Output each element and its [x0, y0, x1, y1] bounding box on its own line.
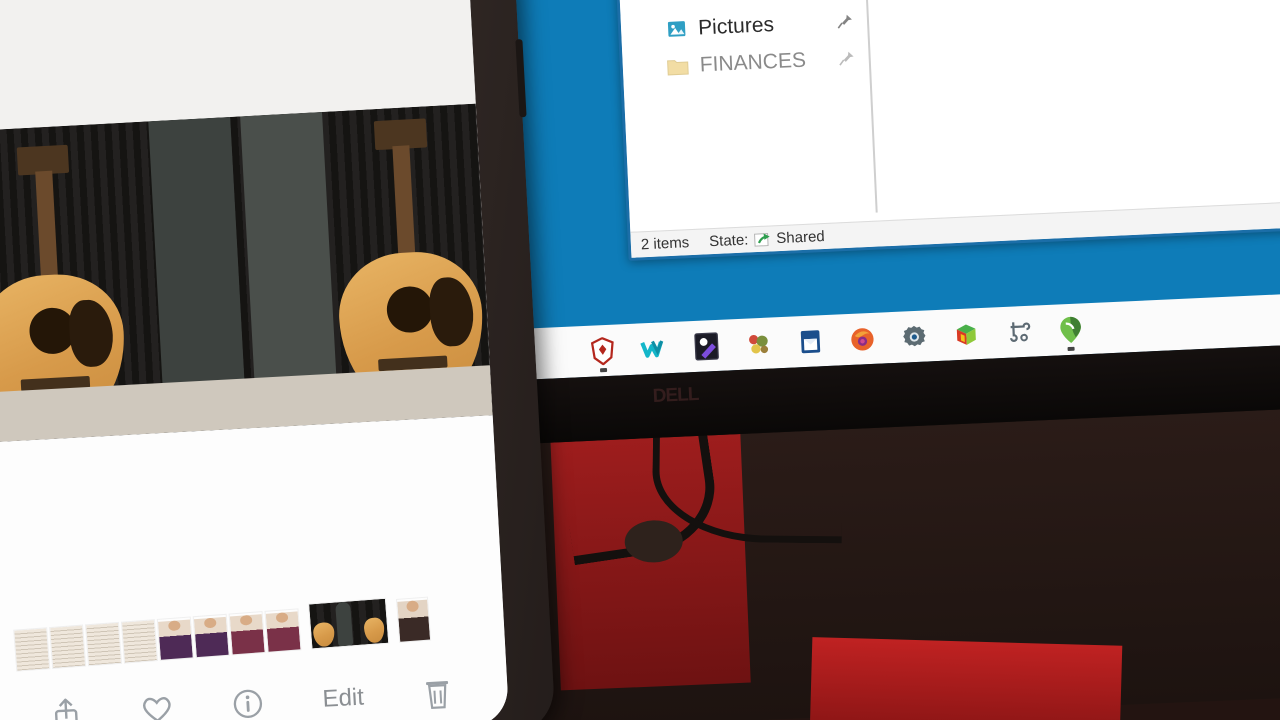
red-object-front: [809, 637, 1123, 720]
running-indicator: [1067, 346, 1075, 352]
phone-screen[interactable]: Edit: [0, 0, 510, 720]
shared-icon: [753, 231, 772, 248]
info-icon[interactable]: [231, 687, 265, 720]
filmstrip-thumb[interactable]: [192, 613, 230, 659]
smartphone: Edit: [0, 0, 556, 720]
screenshot-scene: ▾ Quick access: [0, 0, 1280, 720]
filmstrip-thumb-selected[interactable]: [308, 597, 390, 650]
filmstrip-thumb[interactable]: [49, 624, 87, 669]
item-count-label: 2 items: [640, 234, 690, 254]
video-editor-icon[interactable]: [680, 323, 734, 369]
brave-browser-icon[interactable]: [576, 328, 630, 374]
sidebar-item-label: Pictures: [697, 13, 775, 40]
folder-icon: [664, 55, 691, 78]
file-list-pane[interactable]: demo20.MP4: [860, 0, 1280, 221]
desk-surface: [470, 397, 1280, 720]
trash-icon[interactable]: [421, 676, 453, 712]
mail-inbox-icon[interactable]: [784, 319, 838, 365]
running-indicator: [599, 367, 608, 373]
firefox-icon[interactable]: [835, 316, 889, 362]
dell-logo: DELL: [652, 383, 699, 407]
filmstrip-thumb[interactable]: [156, 616, 194, 661]
edit-button[interactable]: Edit: [322, 684, 365, 714]
file-explorer-window[interactable]: ▾ Quick access: [609, 0, 1280, 261]
snip-crop-icon[interactable]: [991, 309, 1045, 355]
colorful-app-icon[interactable]: [732, 321, 786, 367]
dell-monitor: ▾ Quick access: [466, 0, 1280, 446]
map-pin-icon[interactable]: [1043, 307, 1097, 353]
pin-icon[interactable]: [838, 50, 855, 67]
state-value: Shared: [775, 227, 826, 248]
cube-3d-icon[interactable]: [939, 312, 993, 358]
share-icon[interactable]: [51, 696, 83, 720]
state-label: State:: [708, 231, 749, 251]
settings-gear-icon[interactable]: [887, 314, 941, 360]
pictures-icon: [663, 18, 690, 41]
monitor-screen: ▾ Quick access: [483, 0, 1280, 381]
filmstrip-thumb[interactable]: [13, 627, 51, 672]
sidebar-item-label: FINANCES: [699, 48, 807, 77]
navigation-pane[interactable]: ▾ Quick access: [612, 0, 879, 232]
filmstrip-thumb[interactable]: [264, 608, 302, 653]
filmstrip-thumb[interactable]: [120, 619, 158, 664]
filmstrip-thumb[interactable]: [85, 621, 123, 667]
photo-viewer[interactable]: [0, 103, 493, 443]
filmstrip-thumb[interactable]: [228, 611, 266, 656]
wondershare-icon[interactable]: [628, 326, 682, 372]
pin-icon[interactable]: [837, 13, 854, 30]
filmstrip-thumb[interactable]: [395, 596, 432, 643]
heart-icon[interactable]: [139, 693, 175, 720]
